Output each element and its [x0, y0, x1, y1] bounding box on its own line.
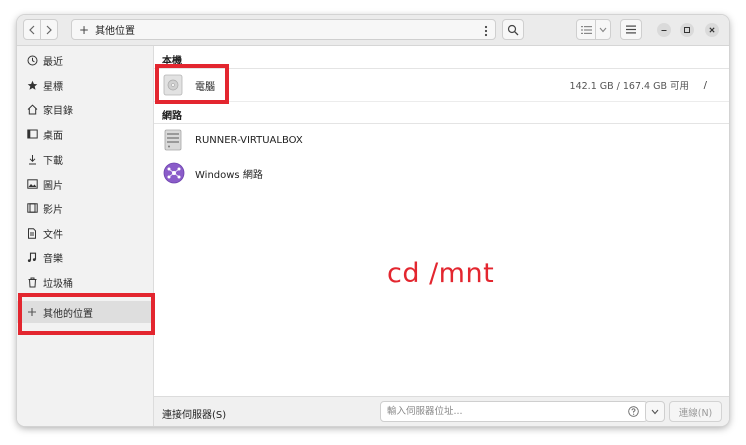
sidebar-item-label: 音樂 — [43, 253, 63, 265]
server-address-input[interactable] — [380, 401, 648, 422]
sidebar-item-label: 下載 — [43, 155, 63, 167]
main-content: 本機 電腦 142.1 GB / 167.4 GB 可用 / 網路 RUNNER… — [154, 46, 729, 396]
windows-network-icon — [163, 162, 185, 184]
plus-icon: + — [79, 22, 90, 37]
video-icon — [26, 202, 38, 214]
section-title-network: 網路 — [162, 111, 182, 122]
highlight-box-computer — [155, 64, 229, 104]
minimize-button[interactable] — [657, 23, 671, 37]
view-options-dropdown[interactable] — [595, 19, 611, 40]
close-button[interactable] — [705, 23, 719, 37]
list-view-icon — [580, 25, 592, 34]
sidebar-item-trash[interactable]: 垃圾桶 — [17, 271, 153, 293]
network-row-windows[interactable]: Windows 網路 — [154, 157, 729, 189]
disk-usage: 142.1 GB / 167.4 GB 可用 — [569, 81, 689, 92]
sidebar-item-pictures[interactable]: 圖片 — [17, 173, 153, 195]
location-label: 其他位置 — [95, 26, 136, 37]
sidebar-item-label: 星標 — [43, 81, 63, 93]
computer-row[interactable]: 電腦 142.1 GB / 167.4 GB 可用 / — [154, 69, 729, 101]
server-icon — [163, 129, 185, 151]
main-menu-button[interactable] — [620, 19, 642, 40]
sidebar-item-label: 影片 — [43, 204, 63, 216]
network-item-name: Windows 網路 — [195, 169, 263, 181]
search-button[interactable] — [502, 19, 524, 40]
recent-servers-dropdown[interactable] — [645, 401, 665, 422]
sidebar-item-recent[interactable]: 最近 — [17, 49, 153, 71]
forward-button[interactable] — [40, 19, 58, 40]
header-bar: + 其他位置 — [17, 15, 729, 46]
chevron-down-icon — [599, 27, 607, 32]
location-bar[interactable]: + 其他位置 — [71, 19, 496, 40]
home-icon — [26, 103, 38, 115]
maximize-button[interactable] — [680, 23, 694, 37]
picture-icon — [26, 178, 38, 190]
network-row-runner[interactable]: RUNNER-VIRTUALBOX — [154, 124, 729, 156]
sidebar-item-music[interactable]: 音樂 — [17, 246, 153, 268]
maximize-icon — [684, 27, 690, 33]
sidebar-item-starred[interactable]: 星標 — [17, 74, 153, 96]
music-icon — [26, 251, 38, 263]
divider — [154, 101, 729, 102]
chevron-left-icon — [29, 25, 35, 34]
clock-icon — [26, 54, 38, 66]
list-view-button[interactable] — [576, 19, 596, 40]
highlight-box-other-locations — [18, 293, 155, 335]
document-icon — [26, 227, 38, 239]
sidebar-item-desktop[interactable]: 桌面 — [17, 123, 153, 145]
sidebar-item-label: 家目錄 — [43, 105, 73, 117]
connect-server-label: 連接伺服器(S) — [162, 410, 227, 421]
location-menu-button[interactable] — [477, 20, 495, 41]
help-icon[interactable] — [628, 406, 639, 417]
search-icon — [507, 24, 519, 35]
hamburger-icon — [626, 25, 636, 34]
chevron-down-icon — [651, 409, 659, 414]
network-item-name: RUNNER-VIRTUALBOX — [195, 134, 303, 146]
connect-button[interactable]: 連線(N) — [669, 401, 722, 422]
annotation-text: cd /mnt — [387, 258, 495, 289]
sidebar-item-label: 最近 — [43, 56, 63, 68]
vertical-dots-icon — [484, 25, 488, 36]
download-icon — [26, 153, 38, 165]
sidebar-item-videos[interactable]: 影片 — [17, 197, 153, 219]
desktop-icon — [26, 128, 38, 140]
back-button[interactable] — [23, 19, 41, 40]
sidebar-item-home[interactable]: 家目錄 — [17, 98, 153, 120]
sidebar-item-label: 圖片 — [43, 180, 63, 192]
star-icon — [26, 79, 38, 91]
chevron-right-icon — [46, 25, 52, 34]
sidebar-item-label: 文件 — [43, 229, 63, 241]
trash-icon — [26, 276, 38, 288]
sidebar-item-documents[interactable]: 文件 — [17, 222, 153, 244]
sidebar-item-label: 垃圾桶 — [43, 278, 73, 290]
sidebar-item-downloads[interactable]: 下載 — [17, 148, 153, 170]
sidebar-item-label: 桌面 — [43, 130, 63, 142]
file-manager-window: + 其他位置 最近 星標 家目錄 桌面 下載 圖片 影片 文件 音樂 垃圾桶 其… — [17, 15, 729, 426]
close-icon — [709, 27, 715, 33]
minimize-icon — [661, 30, 667, 31]
connect-server-bar: 連接伺服器(S) 連線(N) — [154, 396, 729, 426]
mount-point: / — [703, 79, 707, 91]
sidebar: 最近 星標 家目錄 桌面 下載 圖片 影片 文件 音樂 垃圾桶 其他的位置 — [17, 46, 154, 426]
